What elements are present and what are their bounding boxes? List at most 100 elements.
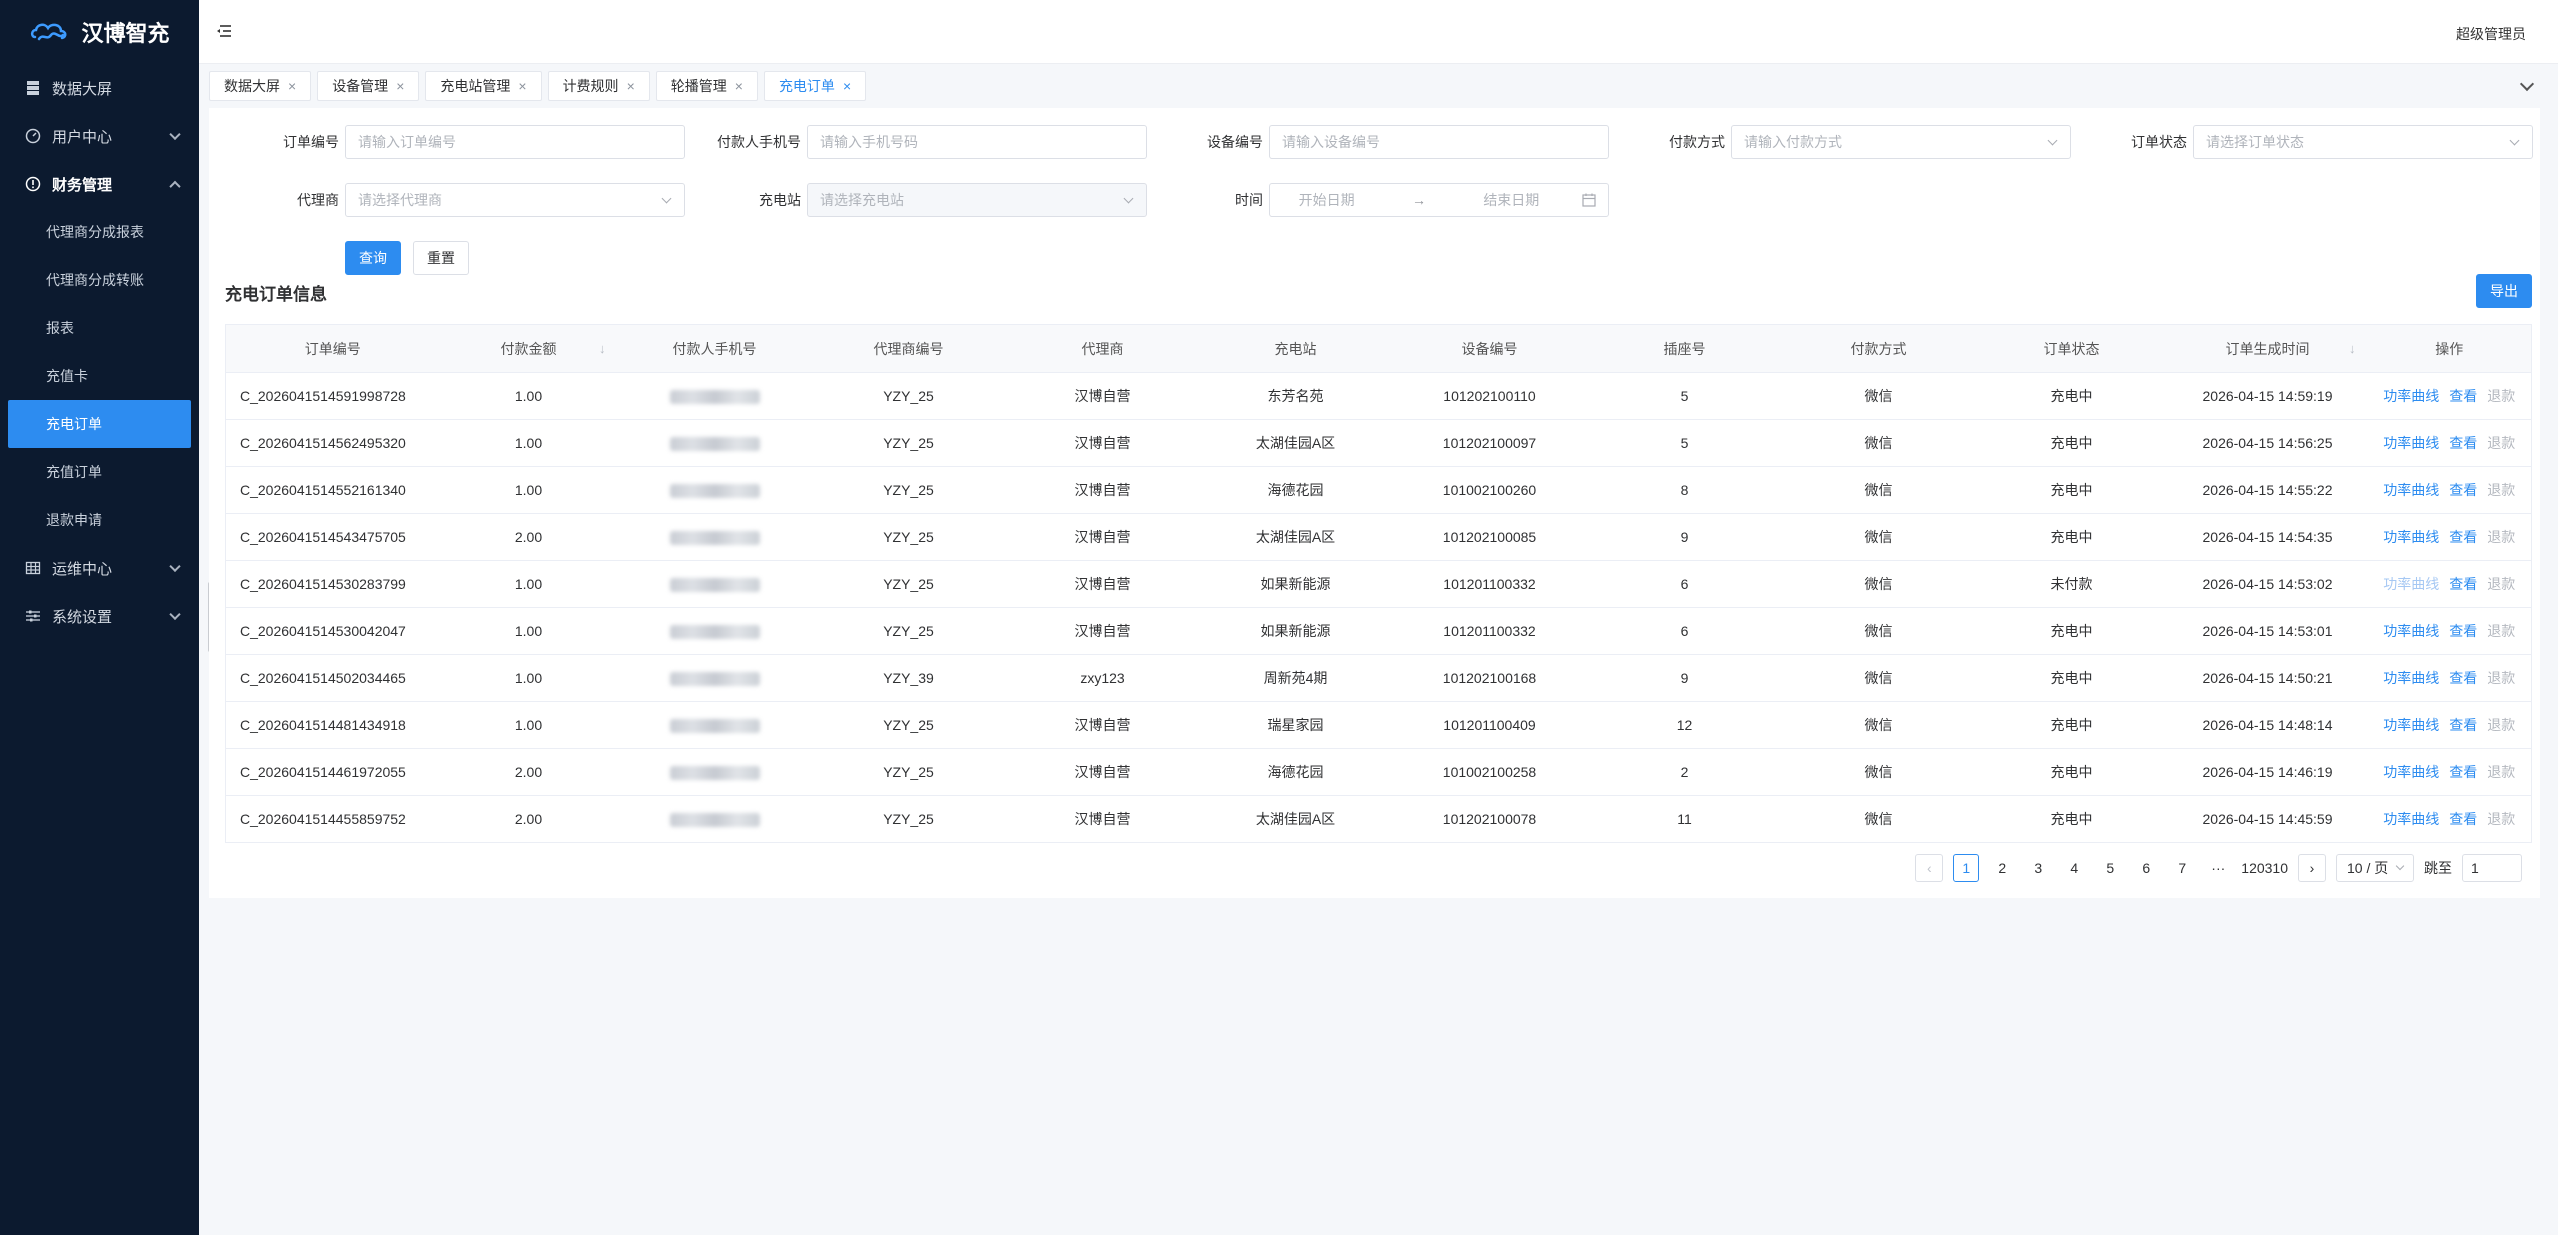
col-amount[interactable]: 付款金额 ↓ [439, 324, 618, 373]
tab-device-management[interactable]: 设备管理 × [317, 71, 420, 101]
tab-data-screen[interactable]: 数据大屏 × [209, 71, 312, 101]
view-link[interactable]: 查看 [2449, 435, 2477, 451]
power-curve-link[interactable]: 功率曲线 [2383, 717, 2439, 733]
sidebar-subitem-refund-request[interactable]: 退款申请 [0, 496, 199, 544]
view-link[interactable]: 查看 [2449, 482, 2477, 498]
sort-arrow-icon[interactable]: ↓ [599, 341, 606, 356]
page-number[interactable]: 7 [2169, 854, 2195, 882]
cell-actions: 功率曲线 查看 退款 [2367, 748, 2532, 796]
page-number[interactable]: 6 [2133, 854, 2159, 882]
refund-link[interactable]: 退款 [2487, 623, 2515, 639]
close-icon[interactable]: × [735, 78, 743, 94]
page-number[interactable]: 1 [1953, 854, 1980, 882]
tab-station-management[interactable]: 充电站管理 × [425, 71, 542, 101]
page-size-select[interactable]: 10 / 页 [2336, 854, 2414, 882]
table-row: C_2026041514461972055 2.00 YZY_25 汉博自营 海德花园 1… [225, 748, 2532, 796]
sidebar-subitem-recharge-card[interactable]: 充值卡 [0, 352, 199, 400]
sidebar-subitem-report[interactable]: 报表 [0, 304, 199, 352]
sort-arrow-icon[interactable]: ↓ [2349, 341, 2356, 356]
refund-link[interactable]: 退款 [2487, 388, 2515, 404]
refund-link[interactable]: 退款 [2487, 529, 2515, 545]
payer-phone-input[interactable]: 请输入手机号码 [807, 125, 1147, 159]
order-status-select[interactable]: 请选择订单状态 [2193, 125, 2533, 159]
station-select[interactable]: 请选择充电站 [807, 183, 1147, 217]
refund-link[interactable]: 退款 [2487, 435, 2515, 451]
refund-link[interactable]: 退款 [2487, 811, 2515, 827]
next-page-button[interactable]: › [2298, 854, 2326, 882]
sidebar-item-ops-center[interactable]: 运维中心 [0, 544, 199, 592]
view-link[interactable]: 查看 [2449, 388, 2477, 404]
power-curve-link[interactable]: 功率曲线 [2383, 529, 2439, 545]
order-no-input[interactable]: 请输入订单编号 [345, 125, 685, 159]
power-curve-link[interactable]: 功率曲线 [2383, 576, 2439, 592]
agent-placeholder: 请选择代理商 [358, 192, 442, 208]
chevron-down-icon[interactable] [2519, 76, 2535, 92]
power-curve-link[interactable]: 功率曲线 [2383, 764, 2439, 780]
close-icon[interactable]: × [288, 78, 296, 94]
sidebar-item-finance[interactable]: 财务管理 [0, 160, 199, 208]
close-icon[interactable]: × [518, 78, 526, 94]
sidebar-item-user-center[interactable]: 用户中心 [0, 112, 199, 160]
cell-amount: 1.00 [439, 701, 618, 749]
tab-label: 轮播管理 [670, 78, 727, 94]
page-ellipsis[interactable]: ··· [2205, 854, 2231, 882]
sidebar-subitem-agent-share-report[interactable]: 代理商分成报表 [0, 208, 199, 256]
page-last[interactable]: 120310 [2241, 854, 2288, 882]
refund-link[interactable]: 退款 [2487, 576, 2515, 592]
tab-charging-order[interactable]: 充电订单 × [763, 71, 867, 101]
refund-link[interactable]: 退款 [2487, 717, 2515, 733]
sidebar-subitem-agent-share-transfer[interactable]: 代理商分成转账 [0, 256, 199, 304]
refund-link[interactable]: 退款 [2487, 764, 2515, 780]
cell-created-time: 2026-04-15 14:45:59 [2167, 795, 2368, 843]
refund-link[interactable]: 退款 [2487, 482, 2515, 498]
user-menu[interactable]: 超级管理员 [2456, 24, 2526, 44]
view-link[interactable]: 查看 [2449, 811, 2477, 827]
view-link[interactable]: 查看 [2449, 529, 2477, 545]
jump-page-input[interactable]: 1 [2462, 854, 2522, 882]
tab-carousel-management[interactable]: 轮播管理 × [655, 71, 758, 101]
date-range-picker[interactable]: 开始日期 → 结束日期 [1269, 183, 1609, 217]
end-date-input[interactable]: 结束日期 [1483, 184, 1539, 216]
close-icon[interactable]: × [843, 78, 851, 94]
power-curve-link[interactable]: 功率曲线 [2383, 435, 2439, 451]
page-number[interactable]: 5 [2097, 854, 2123, 882]
reset-button[interactable]: 重置 [413, 241, 469, 275]
app-logo[interactable]: 汉博智充 [0, 0, 199, 64]
power-curve-link[interactable]: 功率曲线 [2383, 388, 2439, 404]
tab-billing-rules[interactable]: 计费规则 × [547, 71, 650, 101]
view-link[interactable]: 查看 [2449, 576, 2477, 592]
page-number[interactable]: 2 [1989, 854, 2015, 882]
sidebar-item-system-settings[interactable]: 系统设置 [0, 592, 199, 640]
power-curve-link[interactable]: 功率曲线 [2383, 482, 2439, 498]
power-curve-link[interactable]: 功率曲线 [2383, 811, 2439, 827]
sidebar-item-data-screen[interactable]: 数据大屏 [0, 64, 199, 112]
sidebar-subitem-recharge-order[interactable]: 充值订单 [0, 448, 199, 496]
prev-page-button[interactable]: ‹ [1915, 854, 1944, 882]
menu-fold-icon[interactable] [215, 22, 233, 40]
view-link[interactable]: 查看 [2449, 623, 2477, 639]
start-date-input[interactable]: 开始日期 [1299, 184, 1355, 216]
query-button[interactable]: 查询 [345, 241, 401, 275]
view-link[interactable]: 查看 [2449, 717, 2477, 733]
device-no-input[interactable]: 请输入设备编号 [1269, 125, 1609, 159]
top-header: 超级管理员 [199, 0, 2558, 64]
view-link[interactable]: 查看 [2449, 764, 2477, 780]
sidebar-subitem-charging-order[interactable]: 充电订单 [8, 400, 191, 448]
cell-amount: 1.00 [439, 372, 618, 420]
cell-payer-phone [617, 372, 812, 420]
power-curve-link[interactable]: 功率曲线 [2383, 670, 2439, 686]
agent-select[interactable]: 请选择代理商 [345, 183, 685, 217]
power-curve-link[interactable]: 功率曲线 [2383, 623, 2439, 639]
col-created-time[interactable]: 订单生成时间 ↓ [2167, 324, 2368, 373]
refund-link[interactable]: 退款 [2487, 670, 2515, 686]
close-icon[interactable]: × [627, 78, 635, 94]
page-number[interactable]: 3 [2025, 854, 2051, 882]
export-button[interactable]: 导出 [2476, 274, 2532, 308]
pay-method-select[interactable]: 请输入付款方式 [1731, 125, 2071, 159]
cell-agent-no: YZY_39 [811, 654, 1006, 702]
col-order-status: 订单状态 [1975, 324, 2168, 373]
cell-socket-no: 11 [1587, 795, 1782, 843]
view-link[interactable]: 查看 [2449, 670, 2477, 686]
page-number[interactable]: 4 [2061, 854, 2087, 882]
close-icon[interactable]: × [396, 78, 404, 94]
